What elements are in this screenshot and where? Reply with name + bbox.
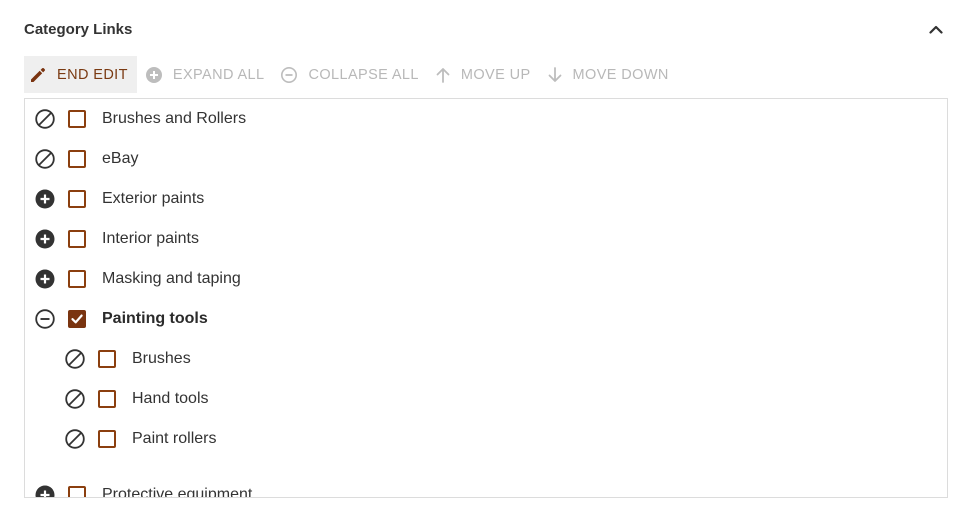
not-allowed-icon [64, 348, 86, 370]
row-checkbox[interactable] [68, 310, 86, 328]
row-checkbox[interactable] [68, 270, 86, 288]
not-allowed-icon [64, 428, 86, 450]
row-label: Hand tools [132, 390, 209, 407]
tree-row[interactable]: Hand tools [64, 379, 209, 419]
checkmark-icon [71, 314, 83, 324]
expand-node-icon[interactable] [34, 228, 56, 250]
tree-row[interactable]: Brushes [64, 339, 191, 379]
row-checkbox[interactable] [68, 486, 86, 497]
move-down-button[interactable]: MOVE DOWN [539, 56, 677, 93]
row-label: Exterior paints [102, 190, 205, 207]
tree-toolbar: END EDIT EXPAND ALL COLLAPSE ALL MOVE UP [24, 56, 677, 93]
row-checkbox[interactable] [68, 110, 86, 128]
end-edit-button[interactable]: END EDIT [24, 56, 137, 93]
tree-row[interactable]: Paint rollers [64, 419, 216, 459]
row-label: eBay [102, 150, 139, 167]
row-label: Brushes and Rollers [102, 110, 247, 127]
row-checkbox[interactable] [68, 230, 86, 248]
tree-row[interactable]: Exterior paints [34, 179, 204, 219]
move-up-label: MOVE UP [460, 66, 531, 83]
collapse-all-button[interactable]: COLLAPSE ALL [272, 56, 426, 93]
row-label: Protective equipment [102, 486, 253, 498]
tree-row[interactable]: Masking and taping [34, 259, 241, 299]
minus-circle-icon [281, 66, 298, 83]
panel-collapse-toggle[interactable] [924, 17, 948, 41]
move-down-label: MOVE DOWN [572, 66, 669, 83]
row-checkbox[interactable] [98, 430, 116, 448]
pencil-icon [31, 67, 46, 82]
expand-all-label: EXPAND ALL [172, 66, 265, 83]
row-label: Painting tools [102, 310, 208, 327]
row-label: Interior paints [102, 230, 199, 247]
arrow-up-icon [436, 67, 450, 83]
row-label: Paint rollers [132, 430, 217, 447]
panel-title: Category Links [24, 20, 133, 38]
expand-all-button[interactable]: EXPAND ALL [137, 56, 273, 93]
collapse-all-label: COLLAPSE ALL [308, 66, 419, 83]
arrow-down-icon [548, 66, 561, 82]
row-checkbox[interactable] [98, 350, 116, 368]
plus-circle-icon [145, 66, 162, 83]
row-label: Brushes [132, 350, 191, 367]
tree-row[interactable]: eBay [34, 139, 138, 179]
row-checkbox[interactable] [68, 190, 86, 208]
category-links-panel: Category Links END EDIT EXPAND ALL COLLA… [0, 0, 972, 519]
category-tree: Brushes and Rollers eBay Exterior paints… [24, 98, 948, 498]
collapse-node-icon[interactable] [34, 308, 56, 330]
panel-header: Category Links [24, 16, 948, 42]
expand-node-icon[interactable] [34, 484, 56, 497]
row-checkbox[interactable] [68, 150, 86, 168]
chevron-up-icon [929, 25, 943, 34]
expand-node-icon[interactable] [34, 188, 56, 210]
row-checkbox[interactable] [98, 390, 116, 408]
not-allowed-icon [34, 148, 56, 170]
tree-row[interactable]: Brushes and Rollers [34, 99, 246, 139]
expand-node-icon[interactable] [34, 268, 56, 290]
tree-row[interactable]: Interior paints [34, 219, 199, 259]
end-edit-label: END EDIT [57, 66, 128, 83]
tree-row[interactable]: Painting tools [34, 299, 208, 339]
tree-row[interactable]: Protective equipment [34, 475, 253, 498]
not-allowed-icon [64, 388, 86, 410]
not-allowed-icon [34, 108, 56, 130]
move-up-button[interactable]: MOVE UP [427, 56, 539, 93]
row-label: Masking and taping [102, 270, 241, 287]
